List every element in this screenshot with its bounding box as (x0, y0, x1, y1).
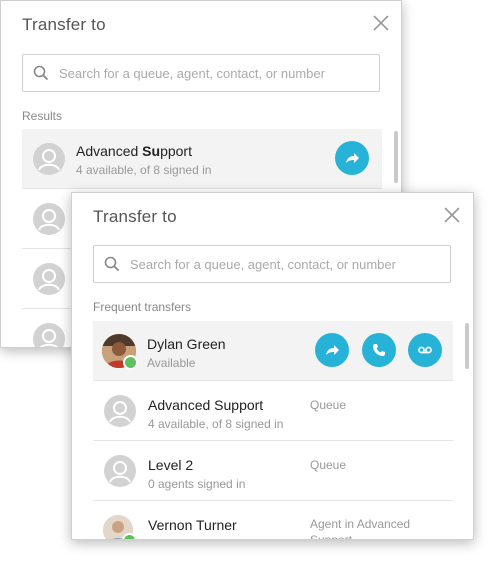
dialog-title: Transfer to (22, 15, 106, 34)
queue-status: 0 agents signed in (148, 477, 246, 491)
voicemail-icon (418, 346, 432, 354)
section-label: Frequent transfers (93, 300, 192, 314)
search-field[interactable] (22, 54, 380, 92)
close-icon[interactable] (442, 205, 462, 225)
call-button[interactable] (362, 333, 396, 367)
queue-avatar-icon (104, 455, 136, 487)
search-icon (33, 65, 49, 81)
search-field[interactable] (93, 245, 451, 283)
contact-status: Available (147, 356, 196, 370)
queue-avatar-icon (33, 143, 65, 175)
transfer-button[interactable] (315, 333, 349, 367)
scrollbar[interactable] (394, 131, 398, 183)
transfer-icon (326, 345, 339, 355)
transfer-button[interactable] (335, 141, 369, 175)
transfer-icon (346, 153, 359, 163)
item-type: Queue (310, 398, 347, 412)
queue-status: 4 available, of 8 signed in (148, 417, 284, 431)
scrollbar[interactable] (465, 323, 469, 369)
queue-name: Level 2 (148, 457, 194, 473)
queue-avatar-icon (33, 203, 65, 235)
list-item[interactable]: Advanced Support 4 available, of 8 signe… (93, 381, 453, 441)
contact-name: Vernon Turner (148, 517, 237, 533)
item-type: Queue (310, 458, 347, 472)
available-status-icon (122, 533, 137, 539)
queue-avatar-icon (33, 263, 65, 295)
section-label: Results (22, 109, 63, 123)
item-type: Agent in Advanced Support (310, 517, 411, 540)
search-input[interactable] (130, 246, 440, 282)
result-name: Advanced Support (76, 143, 192, 159)
queue-avatar-icon (33, 323, 65, 347)
transfer-dialog: Transfer to Frequent transfers Dylan Gre… (71, 192, 474, 540)
list-item[interactable]: Advanced Support 4 available, of 8 signe… (22, 129, 382, 189)
list-item[interactable]: Vernon Turner Agent in Advanced Support (93, 501, 453, 540)
available-status-icon (123, 355, 138, 370)
queue-name: Advanced Support (148, 397, 264, 413)
search-input[interactable] (59, 55, 369, 91)
close-icon[interactable] (371, 13, 391, 33)
search-icon (104, 256, 120, 272)
phone-icon (373, 344, 385, 356)
list-item[interactable]: Level 2 0 agents signed in Queue (93, 441, 453, 501)
result-status: 4 available, of 8 signed in (76, 163, 212, 177)
voicemail-button[interactable] (408, 333, 442, 367)
contact-name: Dylan Green (147, 336, 226, 352)
queue-avatar-icon (104, 395, 136, 427)
list-item[interactable]: Dylan Green Available (93, 321, 453, 381)
dialog-title: Transfer to (93, 207, 177, 226)
